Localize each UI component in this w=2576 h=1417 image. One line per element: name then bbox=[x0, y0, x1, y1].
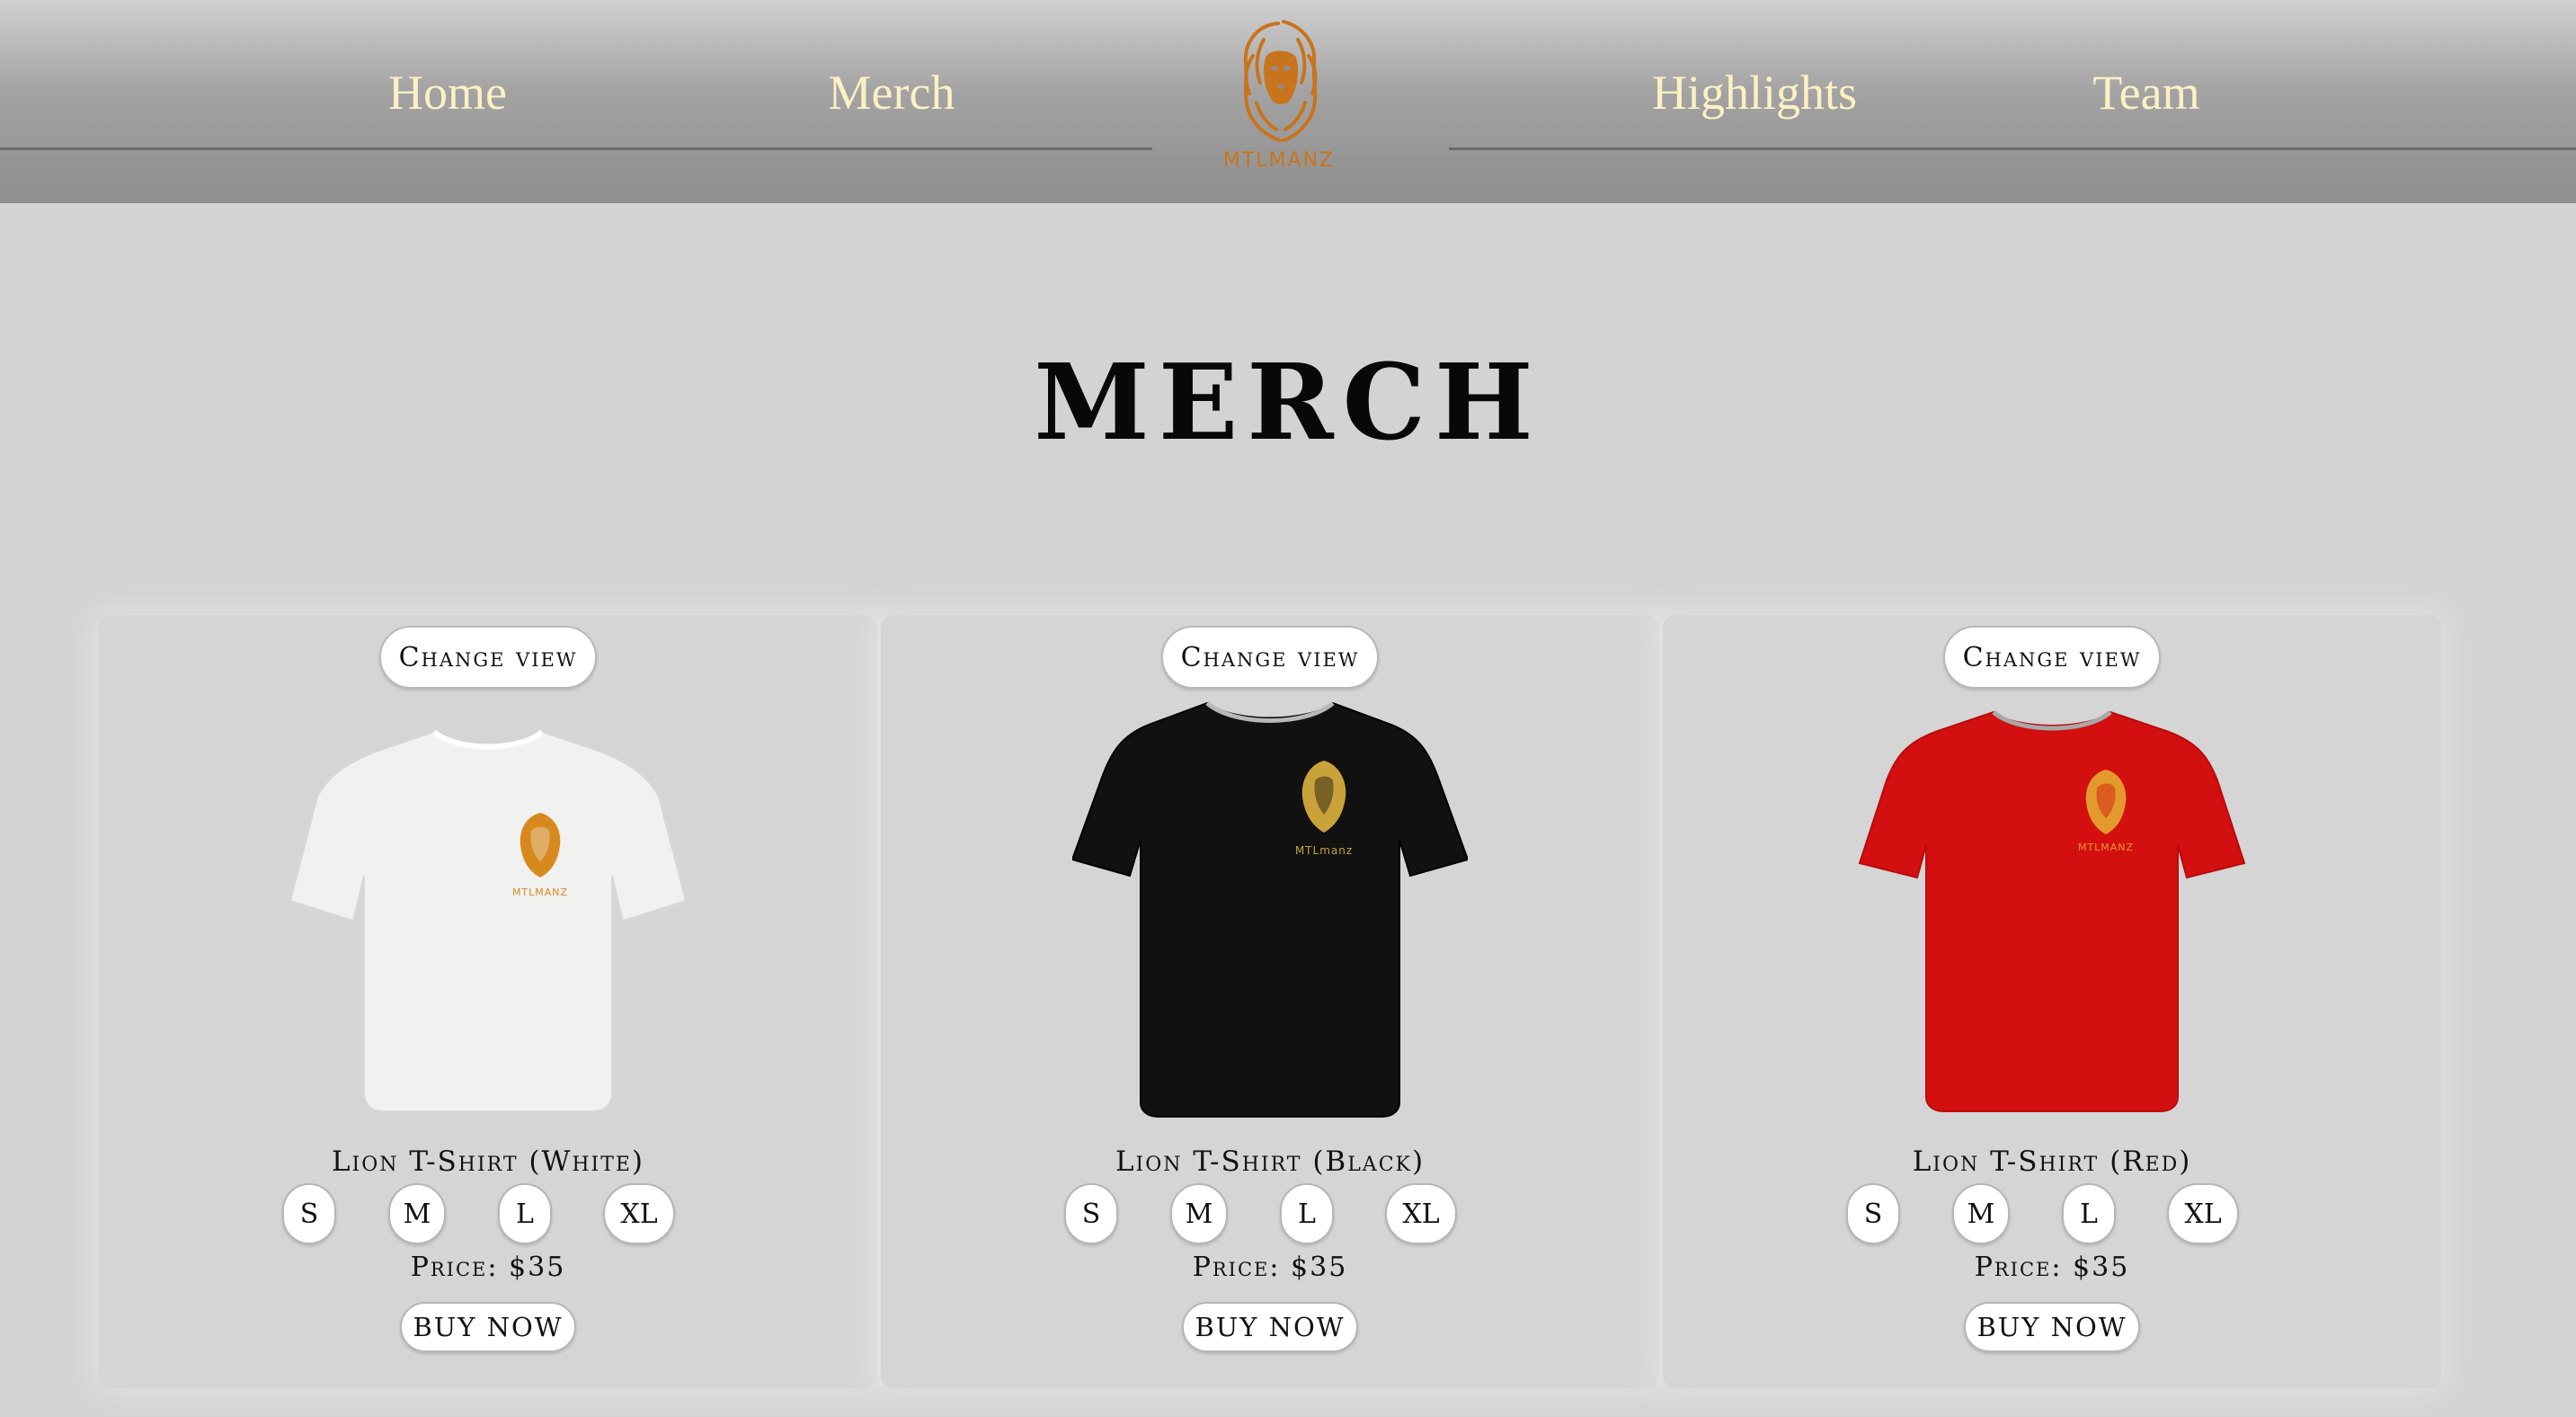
nav-highlights-link[interactable]: Highlights bbox=[1652, 65, 1857, 120]
site-header: Home Merch Highlights Team MTLMANZ bbox=[0, 0, 2576, 203]
size-xl-button[interactable]: XL bbox=[603, 1183, 675, 1244]
tshirt-print-text: MTLMANZ bbox=[512, 887, 568, 898]
product-price: Price: $35 bbox=[1192, 1252, 1348, 1283]
tshirt-print-text: MTLmanz bbox=[1295, 844, 1353, 857]
product-name: Lion T-Shirt (White) bbox=[331, 1145, 645, 1178]
tshirt-image: MTLmanz bbox=[1072, 701, 1468, 1118]
tshirt-image: MTLMANZ bbox=[1858, 710, 2246, 1112]
size-m-button[interactable]: M bbox=[1170, 1183, 1228, 1244]
tshirt-body bbox=[1858, 710, 2246, 1112]
size-xl-button[interactable]: XL bbox=[2167, 1183, 2239, 1244]
change-view-button[interactable]: Change view bbox=[1161, 626, 1379, 689]
size-s-button[interactable]: S bbox=[282, 1183, 336, 1244]
product-price: Price: $35 bbox=[1974, 1252, 2130, 1283]
site-logo[interactable]: MTLMANZ bbox=[1221, 16, 1337, 178]
size-selector: S M L XL bbox=[99, 1183, 877, 1246]
size-s-button[interactable]: S bbox=[1064, 1183, 1118, 1244]
nav-home-link[interactable]: Home bbox=[388, 65, 507, 120]
tshirt-body bbox=[290, 730, 686, 1112]
size-selector: S M L XL bbox=[1663, 1183, 2441, 1246]
nav-divider-right bbox=[1449, 147, 2576, 150]
lion-logo-icon bbox=[1243, 20, 1318, 142]
product-price: Price: $35 bbox=[410, 1252, 566, 1283]
size-xl-button[interactable]: XL bbox=[1385, 1183, 1457, 1244]
change-view-button[interactable]: Change view bbox=[379, 626, 597, 689]
product-card: Change view MTLmanz Lion T-Shirt (Black)… bbox=[881, 615, 1659, 1388]
size-m-button[interactable]: M bbox=[1952, 1183, 2010, 1244]
size-s-button[interactable]: S bbox=[1846, 1183, 1900, 1244]
size-l-button[interactable]: L bbox=[2062, 1183, 2116, 1244]
size-l-button[interactable]: L bbox=[498, 1183, 552, 1244]
logo-wordmark: MTLMANZ bbox=[1222, 149, 1336, 172]
buy-now-button[interactable]: BUY NOW bbox=[1964, 1302, 2140, 1352]
nav-divider-left bbox=[0, 147, 1152, 150]
buy-now-button[interactable]: BUY NOW bbox=[400, 1302, 576, 1352]
product-card: Change view MTLMANZ Lion T-Shirt (Red) S… bbox=[1663, 615, 2441, 1388]
change-view-button[interactable]: Change view bbox=[1943, 626, 2161, 689]
buy-now-button[interactable]: BUY NOW bbox=[1182, 1302, 1358, 1352]
page-title: MERCH bbox=[1034, 342, 1542, 464]
tshirt-body bbox=[1072, 701, 1468, 1118]
nav-team-link[interactable]: Team bbox=[2092, 65, 2199, 120]
size-selector: S M L XL bbox=[881, 1183, 1659, 1246]
tshirt-print-text: MTLMANZ bbox=[2078, 842, 2134, 853]
nav-merch-link[interactable]: Merch bbox=[829, 65, 955, 120]
tshirt-image: MTLMANZ bbox=[290, 729, 686, 1112]
size-m-button[interactable]: M bbox=[388, 1183, 446, 1244]
size-l-button[interactable]: L bbox=[1280, 1183, 1334, 1244]
product-name: Lion T-Shirt (Black) bbox=[1115, 1145, 1426, 1178]
product-name: Lion T-Shirt (Red) bbox=[1912, 1145, 2192, 1178]
product-card: Change view MTLMANZ Lion T-Shirt (White)… bbox=[99, 615, 877, 1388]
